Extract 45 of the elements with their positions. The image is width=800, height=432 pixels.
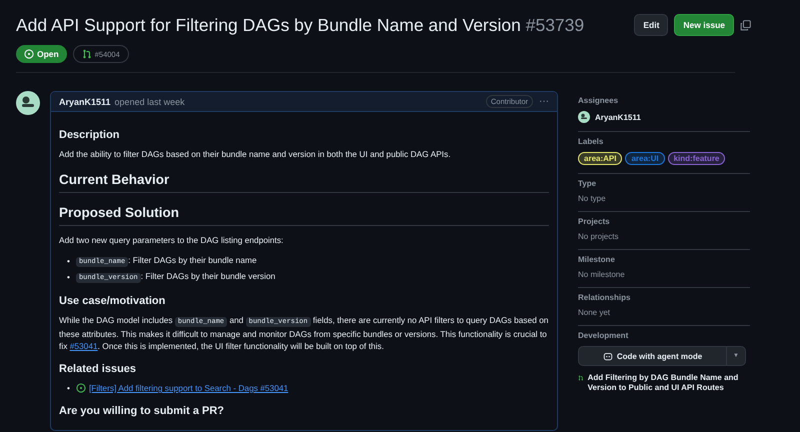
robot-icon [602,351,613,361]
sidebar-heading: Assignees [578,96,620,105]
pull-request-icon [82,49,92,59]
pull-request-icon [578,373,584,383]
section-heading: Use case/motivation [59,294,166,308]
issue-link[interactable]: #53041 [70,341,98,351]
label-tag[interactable]: area:API [578,152,622,165]
linked-pull-request[interactable]: Add Filtering by DAG Bundle Name and Version to Public and UI API Routes [588,373,750,393]
sidebar-heading: Type [578,179,598,188]
label-tag[interactable]: kind:feature [668,152,726,165]
sidebar-heading: Relationships [578,293,632,302]
paragraph: Add two new query parameters to the DAG listing endpoints: [59,234,284,246]
sidebar-value: None yet [578,308,612,317]
sidebar-heading: Projects [578,217,611,226]
new-issue-button[interactable]: New issue [674,14,734,36]
section-heading: Related issues [59,362,138,376]
section-heading: Current Behavior [59,172,549,193]
bullet: • [67,255,70,267]
section-heading: Proposed Solution [59,205,549,226]
assignee-name[interactable]: AryanK1511 [595,112,641,122]
section-heading: Description [59,128,121,142]
bullet: • [67,382,70,394]
copy-icon[interactable] [740,20,751,30]
section-heading: Are you willing to submit a PR? [59,404,226,418]
sidebar-heading: Milestone [578,255,616,264]
code-with-agent-button[interactable]: Code with agent mode [579,347,727,365]
sidebar-value: No milestone [578,270,626,279]
open-issue-icon [24,49,34,59]
status-badge: Open [16,45,67,63]
sidebar-value: No projects [578,232,620,241]
opened-time: opened last week [114,96,186,106]
avatar [16,91,40,115]
more-options-button[interactable]: ··· [537,96,551,107]
edit-button[interactable]: Edit [634,14,668,36]
sidebar-heading: Labels [578,137,604,146]
avatar [578,111,590,123]
sidebar-heading: Development [578,331,630,340]
label-tag[interactable]: area:UI [625,152,665,165]
issue-link[interactable]: [Filters] Add filtering support to Search - Dags #53041 [88,382,288,394]
paragraph: Add the ability to filter DAGs based on their bundle name and version in both the UI and public DAG APIs. [59,148,452,160]
sidebar-value: No type [578,194,607,203]
issue-title: Add API Support for Filtering DAGs by Bundle Name and Version #53739 [16,14,584,36]
open-issue-icon [76,383,86,393]
bullet: • [67,271,70,283]
author-name[interactable]: AryanK1511 [59,96,111,106]
